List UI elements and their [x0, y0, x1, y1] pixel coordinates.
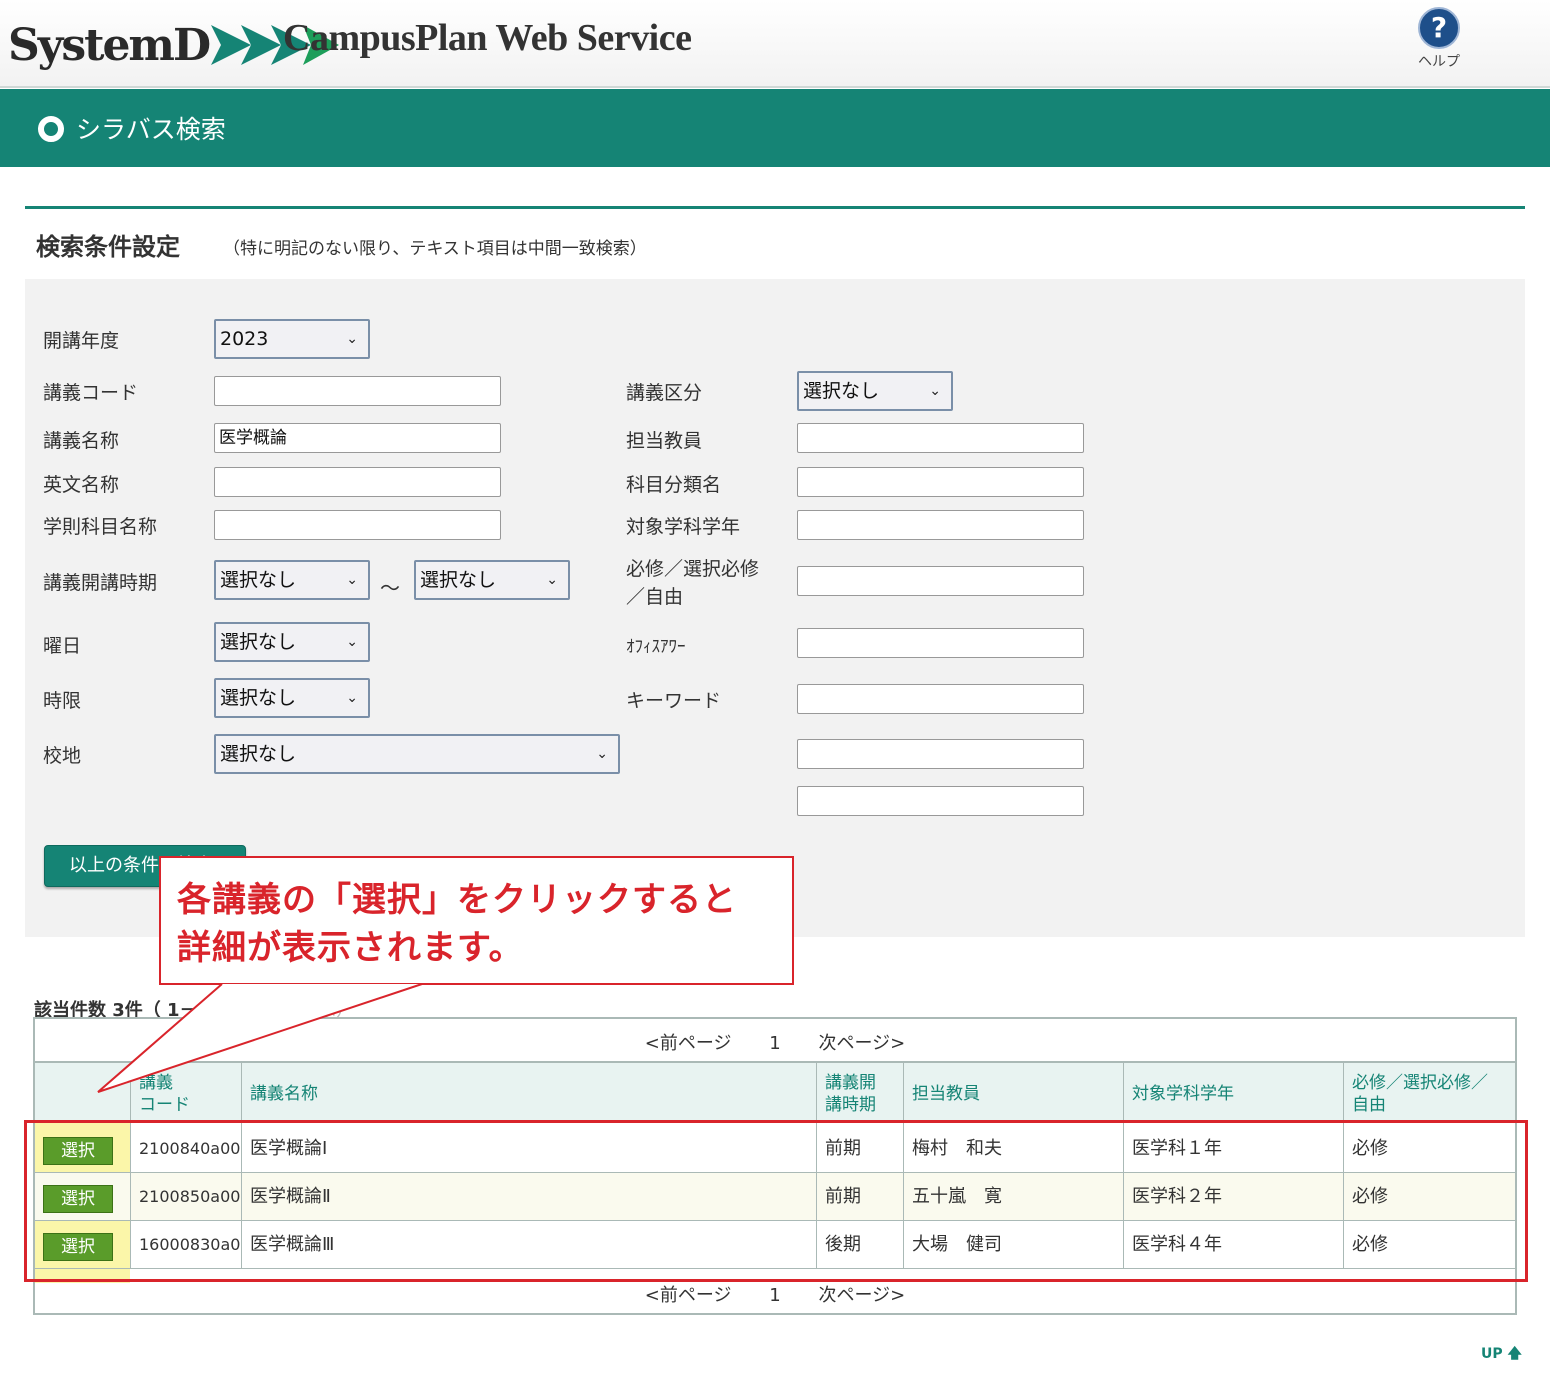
day-select-value: 選択なし	[220, 631, 297, 653]
arrow-up-icon: 🡅	[1507, 1346, 1522, 1362]
up-label: UP	[1481, 1346, 1503, 1362]
help-label: ヘルプ	[1418, 54, 1460, 70]
range-tilde: ～	[380, 576, 400, 600]
name-label: 講義名称	[43, 430, 120, 452]
required-header-line1: 必修／選択必修／	[1352, 1073, 1488, 1093]
app-header: SystemD CampusPlan Web Service ? ヘルプ	[0, 0, 1550, 88]
kubun-label: 講義区分	[626, 382, 703, 404]
required-label-line1: 必修／選択必修	[626, 558, 760, 580]
name-input[interactable]: 医学概論	[214, 423, 501, 453]
page-number: 1	[769, 1285, 781, 1306]
year-label: 開講年度	[43, 330, 120, 352]
period-header-line2: 講時期	[825, 1095, 876, 1115]
callout-line-1: 各講義の「選択」をクリックすると	[177, 880, 737, 920]
prev-page-link[interactable]: <前ページ	[645, 1285, 732, 1306]
keyword-label: キーワード	[626, 690, 722, 712]
year-select-value: 2023	[220, 328, 269, 350]
ring-icon	[38, 116, 64, 142]
table-header: 講義 コード 講義名称 講義開 講時期 担当教員 対象学科学年 必修／選択必修／ 自由	[35, 1061, 1515, 1125]
code-header-line1: 講義	[139, 1073, 173, 1093]
prev-page-link[interactable]: <前ページ	[645, 1033, 732, 1054]
next-page-link[interactable]: 次ページ>	[818, 1033, 905, 1054]
english-name-input[interactable]	[214, 467, 501, 497]
campus-select[interactable]: 選択なし ⌄	[214, 734, 620, 774]
time-label: 時限	[43, 690, 82, 712]
keyword-input[interactable]	[797, 684, 1084, 714]
required-header-line2: 自由	[1352, 1095, 1386, 1115]
teacher-input[interactable]	[797, 423, 1084, 453]
chevron-down-icon: ⌄	[596, 746, 608, 762]
day-select[interactable]: 選択なし ⌄	[214, 622, 370, 662]
extra-input-1[interactable]	[797, 739, 1084, 769]
bunrui-input[interactable]	[797, 467, 1084, 497]
kubun-select[interactable]: 選択なし ⌄	[797, 371, 953, 411]
pager-bottom: <前ページ 1 次ページ>	[35, 1281, 1515, 1307]
period-label: 講義開講時期	[43, 572, 158, 594]
time-select[interactable]: 選択なし ⌄	[214, 678, 370, 718]
code-header-line2: コード	[139, 1095, 190, 1115]
period-to-select[interactable]: 選択なし ⌄	[414, 560, 570, 600]
page-title-bar	[0, 89, 1550, 167]
year-select[interactable]: 2023 ⌄	[214, 319, 370, 359]
help-button[interactable]: ? ヘルプ	[1414, 7, 1464, 71]
section-note: （特に明記のない限り、テキスト項目は中間一致検索）	[223, 239, 647, 259]
code-label: 講義コード	[43, 382, 139, 404]
next-page-link[interactable]: 次ページ>	[818, 1285, 905, 1306]
pager-top: <前ページ 1 次ページ>	[35, 1029, 1515, 1055]
chevron-down-icon: ⌄	[346, 331, 358, 347]
select-column-header	[35, 1063, 130, 1125]
scroll-up-button[interactable]: UP 🡅	[1481, 1343, 1522, 1367]
chevron-down-icon: ⌄	[346, 634, 358, 650]
campus-label: 校地	[43, 745, 82, 767]
target-column-header: 対象学科学年	[1123, 1063, 1343, 1125]
teacher-label: 担当教員	[626, 430, 703, 452]
name-column-header: 講義名称	[241, 1063, 816, 1125]
chevron-down-icon: ⌄	[929, 383, 941, 399]
page-number: 1	[769, 1033, 781, 1054]
required-label-line2: ／自由	[626, 586, 684, 608]
extra-input-2[interactable]	[797, 786, 1084, 816]
section-title: 検索条件設定	[36, 233, 180, 261]
required-input[interactable]	[797, 566, 1084, 596]
period-from-select[interactable]: 選択なし ⌄	[214, 560, 370, 600]
code-input[interactable]	[214, 376, 501, 406]
office-hour-input[interactable]	[797, 628, 1084, 658]
section-divider	[25, 206, 1525, 209]
required-column-header: 必修／選択必修／ 自由	[1343, 1063, 1515, 1125]
campus-select-value: 選択なし	[220, 743, 297, 765]
page-title: シラバス検索	[76, 115, 226, 144]
logo-text: SystemD	[8, 19, 211, 71]
kubun-select-value: 選択なし	[803, 380, 880, 402]
teacher-column-header: 担当教員	[903, 1063, 1123, 1125]
period-header-line1: 講義開	[825, 1073, 876, 1093]
chevron-down-icon: ⌄	[546, 572, 558, 588]
chevron-down-icon: ⌄	[346, 572, 358, 588]
chevron-down-icon: ⌄	[346, 690, 358, 706]
bunrui-label: 科目分類名	[626, 474, 722, 496]
period-to-value: 選択なし	[420, 569, 497, 591]
target-label: 対象学科学年	[626, 516, 741, 538]
help-icon: ?	[1418, 7, 1460, 49]
time-select-value: 選択なし	[220, 687, 297, 709]
office-hour-label: ｵﾌｨｽｱﾜｰ	[626, 637, 686, 657]
callout-line-2: 詳細が表示されます。	[177, 928, 524, 968]
callout-annotation: 各講義の「選択」をクリックすると 詳細が表示されます。	[159, 856, 794, 985]
gakusoku-name-label: 学則科目名称	[43, 516, 158, 538]
callout-text: 各講義の「選択」をクリックすると 詳細が表示されます。	[177, 876, 737, 972]
rows-highlight-box	[24, 1120, 1528, 1282]
code-column-header: 講義 コード	[130, 1063, 241, 1125]
gakusoku-name-input[interactable]	[214, 510, 501, 540]
english-name-label: 英文名称	[43, 474, 120, 496]
period-from-value: 選択なし	[220, 569, 297, 591]
app-title: CampusPlan Web Service	[283, 17, 692, 59]
period-column-header: 講義開 講時期	[816, 1063, 903, 1125]
day-label: 曜日	[43, 635, 82, 657]
target-input[interactable]	[797, 510, 1084, 540]
